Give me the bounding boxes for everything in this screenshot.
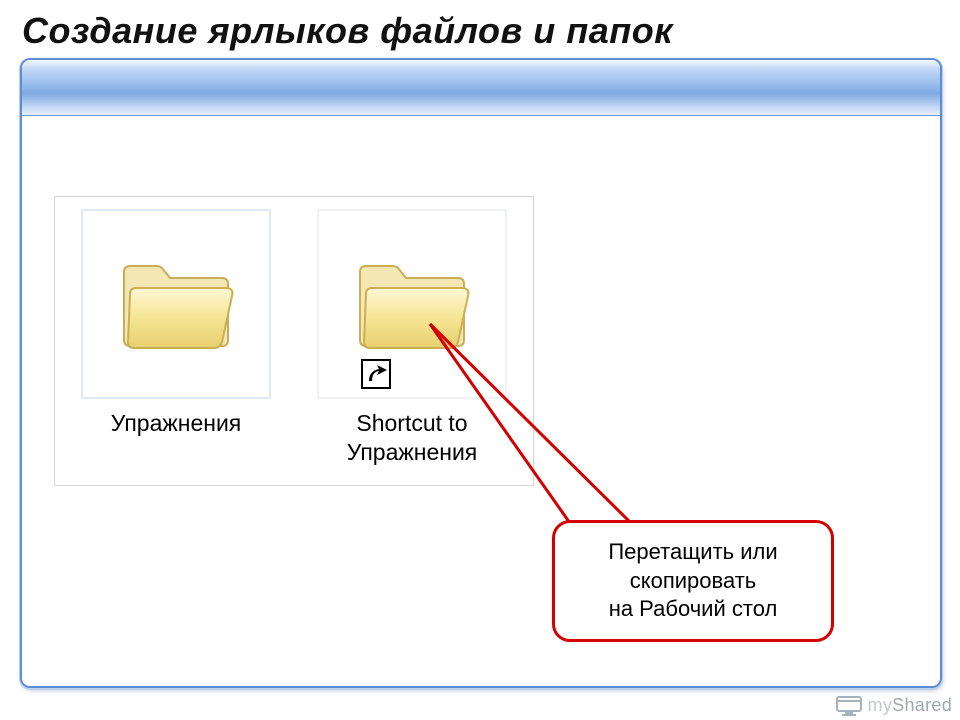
- folder-icon: [352, 254, 472, 354]
- callout-text: Перетащить илископироватьна Рабочий стол: [608, 538, 777, 624]
- folder-icon: [116, 254, 236, 354]
- shortcut-arrow-icon: [361, 359, 391, 389]
- icons-container: Упражнения: [54, 196, 534, 486]
- shortcut-label: Shortcut toУпражнения: [347, 409, 478, 467]
- shortcut-icon-frame: [317, 209, 507, 399]
- watermark: myShared: [836, 694, 952, 716]
- watermark-shared: Shared: [892, 695, 952, 715]
- watermark-logo-icon: [836, 694, 862, 716]
- slide: Создание ярлыков файлов и папок: [0, 0, 960, 720]
- page-title: Создание ярлыков файлов и папок: [22, 10, 946, 52]
- content-panel: Упражнения: [22, 60, 940, 686]
- folder-item[interactable]: Упражнения: [69, 209, 283, 473]
- shortcut-item[interactable]: Shortcut toУпражнения: [305, 209, 519, 473]
- watermark-text: myShared: [868, 695, 952, 716]
- folder-label: Упражнения: [111, 409, 242, 467]
- callout-bubble: Перетащить илископироватьна Рабочий стол: [552, 520, 834, 642]
- panel-body: Упражнения: [22, 116, 940, 686]
- folder-icon-frame: [81, 209, 271, 399]
- panel-header: [22, 60, 940, 116]
- watermark-my: my: [868, 695, 893, 715]
